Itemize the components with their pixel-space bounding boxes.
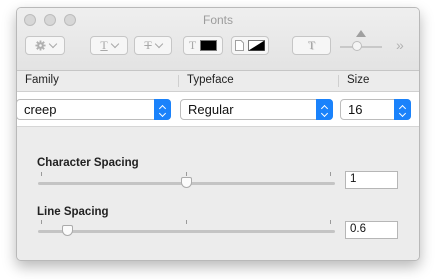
document-color-swatch: [248, 40, 265, 51]
line-spacing-field[interactable]: 0.6: [345, 221, 398, 239]
strikethrough-menu-button[interactable]: T: [134, 36, 172, 55]
strikethrough-icon: T: [144, 38, 152, 52]
size-combo-box[interactable]: 16: [340, 99, 411, 120]
document-color-button[interactable]: [231, 36, 269, 55]
character-spacing-label: Character Spacing: [37, 157, 139, 169]
family-column-header: Family: [25, 74, 59, 86]
spacing-panel: Character Spacing 1 Line Spacing 0.6: [17, 127, 419, 260]
character-spacing-slider-knob[interactable]: [181, 177, 192, 188]
text-shadow-icon: T: [307, 38, 316, 52]
family-value: creep: [24, 102, 57, 117]
typeface-value: Regular: [188, 102, 234, 117]
line-spacing-slider-knob[interactable]: [62, 225, 74, 236]
slider-tick: [330, 220, 331, 224]
slider-tick: [186, 172, 187, 176]
family-popup[interactable]: creep: [17, 99, 171, 120]
fonts-window: Fonts T T T T » Family Typeface Size cre…: [16, 7, 420, 261]
gear-icon: [34, 40, 46, 51]
window-title: Fonts: [202, 13, 233, 27]
more-tools-icon[interactable]: »: [396, 37, 404, 53]
line-spacing-label: Line Spacing: [37, 206, 109, 218]
slider-tick: [186, 220, 187, 224]
up-down-chevron-icon: [316, 99, 333, 120]
shadow-opacity-slider-knob[interactable]: [352, 41, 362, 51]
slider-tick: [330, 172, 331, 176]
text-shadow-button[interactable]: T: [292, 36, 331, 55]
chevron-down-icon: [48, 39, 57, 49]
typeface-popup[interactable]: Regular: [180, 99, 333, 120]
font-selection-row: creep Regular 16: [17, 92, 419, 127]
column-headers: Family Typeface Size: [17, 71, 419, 92]
slider-tick: [41, 220, 42, 224]
underline-icon: T: [100, 38, 108, 52]
character-spacing-field[interactable]: 1: [345, 171, 398, 189]
column-divider: [338, 75, 339, 87]
size-column-header: Size: [347, 74, 370, 86]
text-color-icon: T: [188, 38, 197, 52]
text-color-swatch: [200, 40, 218, 51]
chevron-down-icon: [110, 39, 119, 49]
typeface-column-header: Typeface: [187, 74, 234, 86]
chevron-down-icon: [154, 39, 163, 49]
action-menu-button[interactable]: [25, 36, 65, 55]
document-icon: [235, 40, 244, 51]
title-bar: Fonts T T T T »: [17, 8, 419, 71]
slider-tick: [41, 172, 42, 176]
line-spacing-slider[interactable]: [38, 230, 335, 233]
size-value: 16: [348, 102, 363, 117]
text-color-button[interactable]: T: [183, 36, 223, 55]
up-down-chevron-icon: [154, 99, 171, 120]
column-divider: [178, 75, 179, 87]
up-down-chevron-icon: [394, 99, 411, 120]
underline-menu-button[interactable]: T: [90, 36, 128, 55]
shadow-direction-icon: [356, 30, 366, 37]
